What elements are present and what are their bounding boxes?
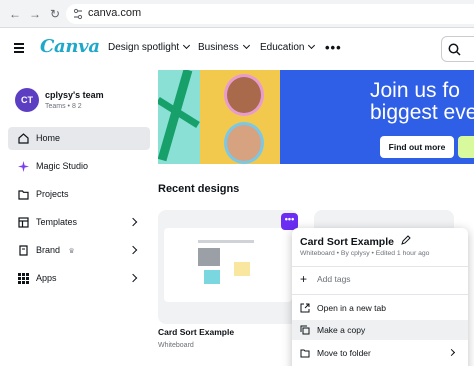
templates-icon (18, 217, 29, 228)
nav-design-spotlight[interactable]: Design spotlight (108, 41, 191, 53)
menu-subtitle: Whiteboard • By cplysy • Edited 1 hour a… (300, 250, 430, 257)
add-tags-item[interactable]: + Add tags (292, 269, 468, 289)
context-menu: Card Sort Example Whiteboard • By cplysy… (292, 228, 468, 366)
chevron-down-icon (308, 41, 316, 50)
sidebar-item-label: Apps (36, 273, 57, 283)
banner-art (158, 70, 200, 164)
card-subtitle: Whiteboard (158, 342, 194, 349)
sidebar-item-home[interactable]: Home (8, 127, 150, 150)
external-link-icon (300, 303, 310, 313)
sidebar: CT cplysy's team Teams • 8 2 Home Magic … (0, 70, 158, 366)
make-copy-item[interactable]: Make a copy (292, 320, 468, 340)
page-root: ← → ↻ canva.com Canva Design spotlight B… (0, 0, 474, 366)
copy-icon (300, 325, 310, 335)
chevron-right-icon (447, 348, 456, 357)
more-icon[interactable]: ••• (325, 40, 342, 55)
search-button[interactable] (441, 36, 474, 62)
thumb-note (234, 262, 250, 276)
nav-education[interactable]: Education (260, 41, 316, 53)
sidebar-item-magic-studio[interactable]: Magic Studio (8, 155, 150, 178)
promo-banner[interactable]: Join us fo biggest eve Find out more (158, 70, 474, 164)
design-card[interactable] (158, 210, 298, 324)
card-title[interactable]: Card Sort Example (158, 327, 234, 337)
canva-logo[interactable]: Canva (40, 36, 100, 57)
folder-icon (18, 190, 29, 200)
team-subtitle: Teams • 8 2 (45, 103, 82, 110)
search-icon (448, 43, 461, 56)
menu-divider (292, 294, 468, 295)
sidebar-item-label: Magic Studio (36, 161, 89, 171)
banner-pattern-icon (158, 70, 200, 162)
menu-title[interactable]: Card Sort Example (300, 235, 411, 248)
sidebar-item-templates[interactable]: Templates (8, 211, 150, 234)
menu-divider (292, 266, 468, 267)
reload-icon[interactable]: ↻ (46, 5, 64, 23)
pencil-icon[interactable] (401, 235, 411, 245)
url-text: canva.com (88, 7, 142, 19)
open-new-tab-item[interactable]: Open in a new tab (292, 298, 468, 318)
find-out-more-button[interactable]: Find out more (380, 136, 454, 158)
avatar[interactable]: CT (15, 88, 39, 112)
thumb-note (198, 248, 220, 266)
move-to-folder-item[interactable]: Move to folder (292, 343, 468, 363)
person-photo (224, 74, 264, 116)
address-bar[interactable]: canva.com (66, 4, 474, 24)
recent-designs-heading: Recent designs (158, 183, 240, 195)
apps-icon (18, 273, 29, 284)
sidebar-item-label: Home (36, 133, 61, 143)
crown-icon: ♛ (68, 248, 75, 255)
sparkle-icon (18, 161, 29, 172)
browser-toolbar: ← → ↻ canva.com (0, 0, 474, 28)
nav-business[interactable]: Business (198, 41, 250, 53)
chevron-down-icon (242, 41, 250, 50)
thumb-note (204, 270, 220, 284)
design-thumbnail[interactable] (164, 228, 292, 302)
back-icon[interactable]: ← (6, 5, 24, 23)
canva-header: Canva Design spotlight Business Educatio… (0, 28, 474, 70)
folder-icon (300, 349, 310, 358)
sidebar-item-apps[interactable]: Apps (8, 267, 150, 290)
banner-title: Join us fo biggest eve (370, 79, 474, 124)
sidebar-item-brand[interactable]: Brand ♛ (8, 239, 150, 262)
chevron-right-icon[interactable] (128, 273, 138, 283)
plus-icon: + (300, 272, 308, 286)
chevron-down-icon (183, 41, 191, 50)
sidebar-item-projects[interactable]: Projects (8, 183, 150, 206)
banner-photos (200, 70, 280, 164)
person-photo (224, 122, 264, 164)
chevron-right-icon[interactable] (128, 217, 138, 227)
forward-icon[interactable]: → (26, 5, 44, 23)
team-name[interactable]: cplysy's team (45, 90, 104, 100)
menu-icon[interactable] (14, 43, 24, 53)
brand-icon (19, 245, 28, 256)
home-icon (18, 133, 29, 144)
banner-secondary-button[interactable] (458, 136, 474, 158)
sidebar-item-label: Projects (36, 189, 69, 199)
chevron-right-icon[interactable] (128, 245, 138, 255)
sidebar-item-label: Templates (36, 217, 78, 227)
thumb-line (198, 240, 254, 243)
site-settings-icon[interactable] (73, 8, 83, 20)
sidebar-item-label: Brand (36, 245, 61, 255)
